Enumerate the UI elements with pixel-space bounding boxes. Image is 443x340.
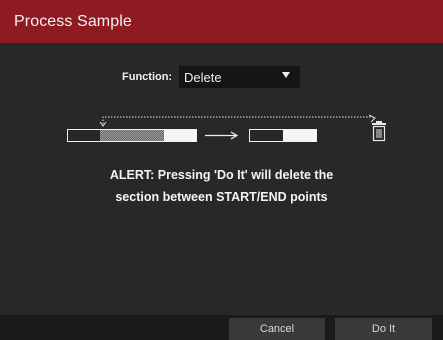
alert-line-2: section between START/END points: [115, 190, 328, 204]
dialog-content: Function: Delete ALERT: Pressing 'Do It'…: [0, 43, 443, 315]
trash-icon: [372, 121, 386, 142]
source-sample-bar: [67, 129, 197, 142]
result-sample-bar: [249, 129, 317, 142]
dialog-footer: Cancel Do It: [0, 315, 443, 340]
alert-line-1: ALERT: Pressing 'Do It' will delete the: [109, 168, 334, 182]
dialog-title: Process Sample: [14, 13, 132, 30]
dialog-titlebar: Process Sample: [0, 0, 443, 43]
arrow-right-icon: [205, 131, 239, 140]
delete-diagram: [67, 114, 386, 142]
do-it-button[interactable]: Do It: [335, 318, 432, 340]
alert-message: ALERT: Pressing 'Do It' will delete the …: [0, 164, 443, 208]
selection-bracket: [99, 114, 376, 127]
cancel-button[interactable]: Cancel: [229, 318, 325, 340]
